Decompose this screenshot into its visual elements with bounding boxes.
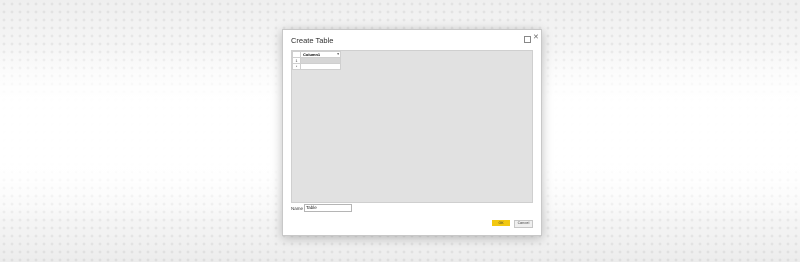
- dialog-title: Create Table: [291, 36, 334, 45]
- name-input[interactable]: Table: [304, 204, 352, 212]
- name-label: Name: [291, 206, 304, 211]
- table-editor-area: Column1 ▾ 1 *: [291, 50, 533, 203]
- ok-button[interactable]: OK: [492, 220, 510, 226]
- chevron-down-icon[interactable]: ▾: [337, 52, 339, 56]
- close-icon[interactable]: ✕: [533, 33, 539, 41]
- cancel-button[interactable]: Cancel: [514, 220, 533, 228]
- new-row-marker: *: [292, 63, 301, 70]
- create-table-dialog: Create Table ✕ Column1 ▾ 1 * Name Table …: [282, 29, 542, 236]
- data-grid: Column1 ▾ 1 *: [292, 51, 341, 70]
- table-cell[interactable]: [300, 63, 341, 70]
- table-row: *: [292, 63, 341, 70]
- column-header-label[interactable]: Column1: [303, 52, 320, 57]
- restore-icon[interactable]: [524, 36, 531, 43]
- column-header[interactable]: Column1 ▾: [300, 51, 341, 58]
